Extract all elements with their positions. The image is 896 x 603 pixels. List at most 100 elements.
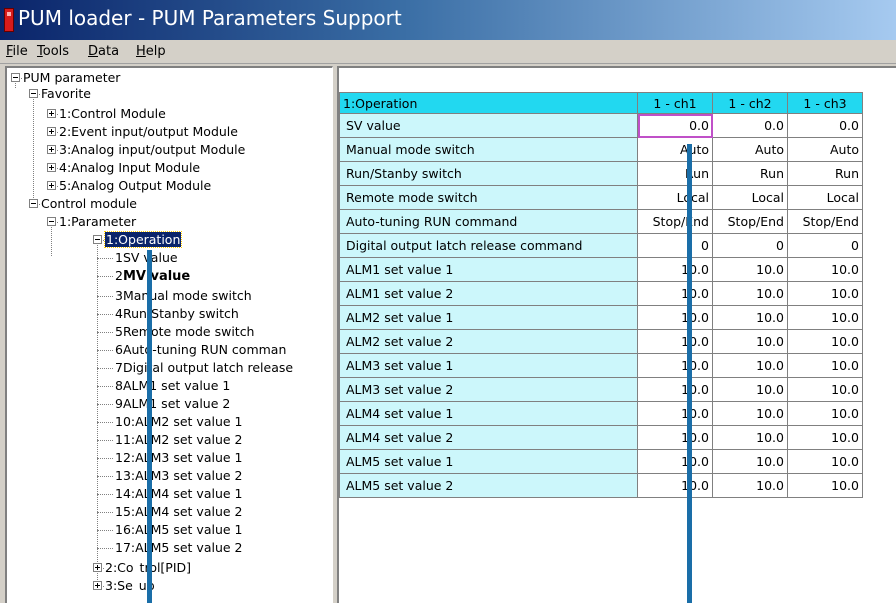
tree-node[interactable]: PUM parameter — [7, 70, 332, 86]
parameter-value-cell[interactable]: 10.0 — [637, 401, 713, 426]
parameter-value-cell[interactable]: 10.0 — [787, 257, 863, 282]
parameter-value-cell[interactable]: 10.0 — [787, 353, 863, 378]
parameter-value-cell[interactable]: Local — [787, 185, 863, 210]
parameter-value-cell[interactable]: Local — [712, 185, 788, 210]
parameter-value-cell[interactable]: Auto — [637, 137, 713, 162]
expand-icon[interactable] — [47, 145, 56, 154]
tree-node[interactable]: Control module — [7, 196, 332, 212]
tree-node[interactable]: 10:ALM2 set value 1 — [7, 414, 332, 430]
parameter-value-cell[interactable]: 10.0 — [637, 281, 713, 306]
tree-node-label: 5:Analog Output Module — [59, 178, 211, 194]
parameter-value-cell[interactable]: 0 — [637, 233, 713, 258]
parameter-value-cell[interactable]: Stop/End — [712, 209, 788, 234]
tree-node[interactable]: 8ALM1 set value 1 — [7, 378, 332, 394]
expand-icon[interactable] — [93, 563, 102, 572]
parameter-value-cell[interactable]: 10.0 — [712, 401, 788, 426]
tree-node[interactable]: 17:ALM5 set value 2 — [7, 540, 332, 556]
parameter-tree[interactable]: PUM parameter Favorite 1:Control Module 2:E… — [5, 66, 333, 603]
parameter-value-cell[interactable]: 10.0 — [637, 449, 713, 474]
tree-node[interactable]: 15:ALM4 set value 2 — [7, 504, 332, 520]
parameter-value-cell[interactable]: 10.0 — [637, 377, 713, 402]
expand-icon[interactable] — [47, 127, 56, 136]
grid-group-header[interactable]: 1:Operation — [339, 92, 638, 114]
parameter-value-cell[interactable]: 0 — [787, 233, 863, 258]
menu-tools[interactable]: Tools — [35, 43, 71, 60]
parameter-value-cell[interactable]: 10.0 — [787, 401, 863, 426]
channel-header[interactable]: 1 - ch3 — [787, 92, 863, 114]
parameter-value-cell[interactable]: 10.0 — [787, 281, 863, 306]
tree-node[interactable]: 2MV value — [7, 268, 332, 284]
parameter-value-cell[interactable]: 10.0 — [712, 473, 788, 498]
collapse-icon[interactable] — [29, 199, 38, 208]
expand-icon[interactable] — [47, 109, 56, 118]
tree-node[interactable]: 14:ALM4 set value 1 — [7, 486, 332, 502]
tree-node[interactable]: 6Auto-tuning RUN comman — [7, 342, 332, 358]
parameter-value-cell[interactable]: 10.0 — [637, 329, 713, 354]
tree-node[interactable]: 5:Analog Output Module — [7, 178, 332, 194]
parameter-value-cell[interactable]: 10.0 — [787, 305, 863, 330]
tree-node[interactable]: 4Run/Stanby switch — [7, 306, 332, 322]
parameter-value-cell[interactable]: 10.0 — [712, 353, 788, 378]
app-icon[interactable] — [4, 8, 14, 32]
parameter-value-cell[interactable]: Run — [712, 161, 788, 186]
parameter-value-cell[interactable]: 10.0 — [712, 449, 788, 474]
parameter-value-cell[interactable]: 10.0 — [712, 377, 788, 402]
parameter-value-cell[interactable]: 0.0 — [712, 113, 788, 138]
tree-node[interactable]: 13:ALM3 set value 2 — [7, 468, 332, 484]
parameter-value-cell[interactable]: 0 — [712, 233, 788, 258]
parameter-value-cell[interactable]: Stop/End — [787, 209, 863, 234]
parameter-value-cell[interactable]: 10.0 — [637, 353, 713, 378]
parameter-value-cell[interactable]: 10.0 — [712, 425, 788, 450]
tree-node[interactable]: 16:ALM5 set value 1 — [7, 522, 332, 538]
parameter-value-cell[interactable]: Local — [637, 185, 713, 210]
parameter-value-cell[interactable]: 10.0 — [712, 281, 788, 306]
parameter-value-cell[interactable]: 10.0 — [787, 425, 863, 450]
parameter-value-cell[interactable]: Stop/End — [637, 209, 713, 234]
tree-node[interactable]: 11:ALM2 set value 2 — [7, 432, 332, 448]
channel-header[interactable]: 1 - ch1 — [637, 92, 713, 114]
tree-node[interactable]: 12:ALM3 set value 1 — [7, 450, 332, 466]
parameter-value-cell[interactable]: 10.0 — [712, 257, 788, 282]
tree-node[interactable]: 1SV value — [7, 250, 332, 266]
tree-node[interactable]: 9ALM1 set value 2 — [7, 396, 332, 412]
tree-node[interactable]: 1:Parameter — [7, 214, 332, 230]
parameter-value-cell[interactable]: 10.0 — [787, 329, 863, 354]
parameter-value-cell[interactable]: 10.0 — [787, 473, 863, 498]
menu-help[interactable]: Help — [134, 43, 168, 60]
parameter-value-cell[interactable]: 10.0 — [637, 425, 713, 450]
parameter-value-cell[interactable]: Auto — [787, 137, 863, 162]
tree-node[interactable]: 4:Analog Input Module — [7, 160, 332, 176]
parameter-value-cell[interactable]: 10.0 — [787, 377, 863, 402]
tree-node[interactable]: 2:Co trol[PID] — [7, 560, 332, 576]
tree-node[interactable]: 3:Seup — [7, 578, 332, 594]
tree-node[interactable]: 7Digital output latch release — [7, 360, 332, 376]
collapse-icon[interactable] — [47, 217, 56, 226]
parameter-value-cell[interactable]: Run — [637, 161, 713, 186]
parameter-value-cell[interactable]: 0.0 — [637, 113, 713, 138]
collapse-icon[interactable] — [11, 73, 20, 82]
tree-node[interactable]: 3Manual mode switch — [7, 288, 332, 304]
tree-node[interactable]: 2:Event input/output Module — [7, 124, 332, 140]
tree-node[interactable]: 1:Control Module — [7, 106, 332, 122]
collapse-icon[interactable] — [29, 89, 38, 98]
menu-data[interactable]: Data — [86, 43, 121, 60]
tree-node[interactable]: 1:Operation — [7, 231, 332, 248]
expand-icon[interactable] — [47, 163, 56, 172]
expand-icon[interactable] — [93, 581, 102, 590]
tree-node[interactable]: 3:Analog input/output Module — [7, 142, 332, 158]
parameter-value-cell[interactable]: Auto — [712, 137, 788, 162]
menu-file[interactable]: File — [4, 43, 30, 60]
channel-header[interactable]: 1 - ch2 — [712, 92, 788, 114]
tree-node[interactable]: Favorite — [7, 86, 332, 102]
parameter-value-cell[interactable]: 10.0 — [637, 305, 713, 330]
parameter-value-cell[interactable]: 10.0 — [787, 449, 863, 474]
parameter-value-cell[interactable]: 10.0 — [712, 329, 788, 354]
expand-icon[interactable] — [47, 181, 56, 190]
collapse-icon[interactable] — [93, 235, 102, 244]
parameter-value-cell[interactable]: Run — [787, 161, 863, 186]
parameter-value-cell[interactable]: 0.0 — [787, 113, 863, 138]
parameter-value-cell[interactable]: 10.0 — [637, 473, 713, 498]
parameter-value-cell[interactable]: 10.0 — [712, 305, 788, 330]
tree-node[interactable]: 5Remote mode switch — [7, 324, 332, 340]
parameter-value-cell[interactable]: 10.0 — [637, 257, 713, 282]
